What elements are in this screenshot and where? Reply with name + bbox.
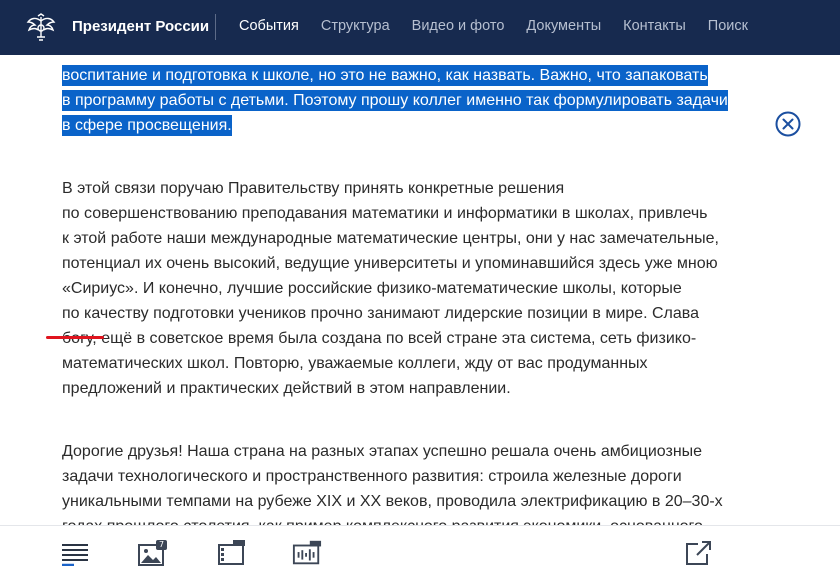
selected-line: воспитание и подготовка к школе, но это …: [62, 65, 708, 86]
selected-line: в программу работы с детьми. Поэтому про…: [62, 90, 728, 111]
text-line: по качеству подготовки учеников прочно з…: [62, 305, 699, 322]
red-underline-annotation: [46, 336, 104, 339]
photo-gallery-button[interactable]: 7: [138, 540, 170, 568]
article-body: воспитание и подготовка к школе, но это …: [62, 63, 728, 539]
text-line: В этой связи поручаю Правительству приня…: [62, 180, 565, 197]
text-line: уникальными темпами на рубеже XIX и XX в…: [62, 493, 723, 510]
text-line: предложений и практических действий в эт…: [62, 380, 511, 397]
header-divider: [215, 14, 216, 40]
close-circle-icon[interactable]: [774, 110, 802, 138]
nav-item-structure[interactable]: Структура: [321, 18, 390, 34]
text-view-icon[interactable]: [60, 540, 90, 566]
text-line: потенциал их очень высокий, ведущие унив…: [62, 255, 718, 272]
photo-count-badge: 7: [156, 540, 168, 550]
share-icon[interactable]: [684, 540, 714, 566]
text-line: богу, ещё в советское время была создана…: [62, 330, 697, 347]
site-title-link[interactable]: Президент России: [72, 18, 209, 35]
audio-icon[interactable]: [292, 540, 322, 566]
selected-line: в сфере просвещения.: [62, 115, 232, 136]
text-line: «Сириус». И конечно, лучшие российские ф…: [62, 280, 682, 297]
nav-item-contacts[interactable]: Контакты: [623, 18, 686, 34]
nav-item-events[interactable]: События: [239, 18, 299, 34]
article-paragraph: В этой связи поручаю Правительству приня…: [62, 176, 722, 401]
text-line: задачи технологического и пространственн…: [62, 468, 682, 485]
nav-item-video-photo[interactable]: Видео и фото: [412, 18, 505, 34]
text-line: Дорогие друзья! Наша страна на разных эт…: [62, 443, 703, 460]
top-navigation-bar: Президент России События Структура Видео…: [0, 0, 840, 55]
nav-item-documents[interactable]: Документы: [526, 18, 601, 34]
bottom-toolbar: 7: [0, 525, 840, 569]
text-line: к этой работе наши международные математ…: [62, 230, 719, 247]
article-paragraph: Дорогие друзья! Наша страна на разных эт…: [62, 439, 723, 539]
eagle-emblem-icon[interactable]: [26, 13, 56, 41]
selected-paragraph[interactable]: воспитание и подготовка к школе, но это …: [62, 63, 728, 138]
text-line: по совершенствованию преподавания матема…: [62, 205, 708, 222]
text-line: математических школ. Повторю, уважаемые …: [62, 355, 648, 372]
video-icon[interactable]: [216, 540, 246, 566]
nav-item-search[interactable]: Поиск: [708, 18, 748, 34]
main-nav: События Структура Видео и фото Документы…: [239, 18, 770, 34]
